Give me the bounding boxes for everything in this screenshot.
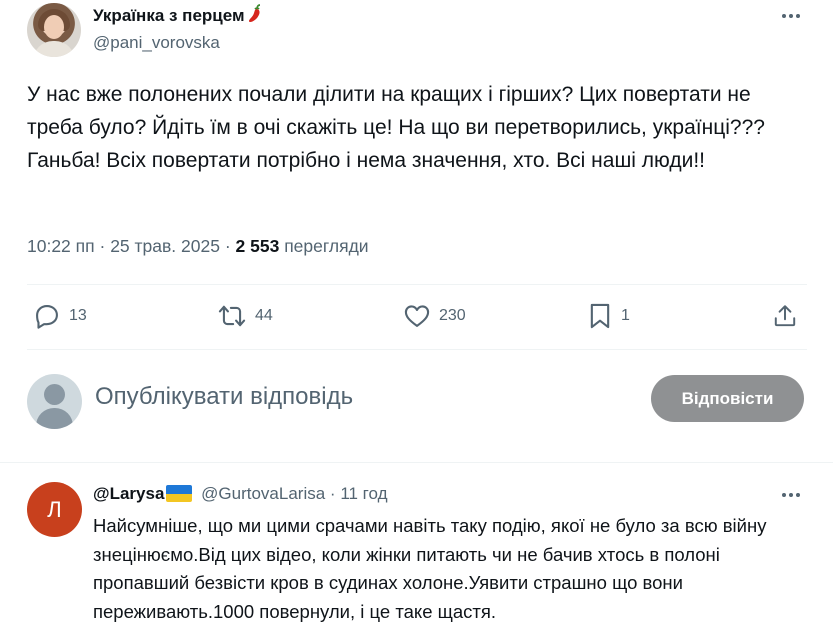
share-icon	[774, 305, 796, 327]
reply-input[interactable]: Опублікувати відповідь	[95, 383, 353, 411]
views-count: 2 553	[235, 236, 280, 256]
comment-more-options-icon[interactable]	[782, 491, 804, 499]
comment-time[interactable]: 11 год	[340, 484, 387, 503]
comment-avatar[interactable]: Л	[27, 482, 82, 537]
tweet-text: У нас вже полонених почали ділити на кра…	[27, 83, 765, 172]
repost-button[interactable]: 44	[217, 296, 273, 336]
tweet-time[interactable]: 10:22 пп	[27, 236, 95, 256]
reply-button[interactable]: 13	[33, 296, 87, 336]
heart-icon	[404, 305, 430, 327]
repost-icon	[218, 305, 246, 327]
more-options-icon[interactable]	[782, 12, 804, 20]
reply-submit-button[interactable]: Відповісти	[651, 375, 804, 422]
author-name-text: Українка з перцем	[93, 6, 245, 25]
tweet-meta: 10:22 пп · 25 трав. 2025 · 2 553 перегля…	[27, 236, 369, 257]
divider	[27, 349, 807, 350]
bookmark-count: 1	[621, 307, 630, 324]
reply-icon	[36, 305, 58, 329]
bookmark-icon	[590, 303, 610, 329]
meta-separator: ·	[224, 236, 231, 256]
author-avatar[interactable]	[27, 3, 81, 57]
divider	[0, 462, 833, 463]
comment-header: @Larysa @GurtovaLarisa · 11 год	[93, 484, 388, 504]
comment-separator: ·	[329, 484, 336, 503]
like-button[interactable]: 230	[403, 296, 466, 336]
like-count: 230	[439, 307, 466, 324]
tweet-actions: 13 44 230 1	[27, 296, 807, 336]
author-handle[interactable]: @pani_vorovska	[93, 33, 220, 53]
ukraine-flag-icon	[166, 485, 193, 502]
comment-handle[interactable]: @GurtovaLarisa	[201, 484, 325, 503]
share-button[interactable]	[772, 296, 798, 336]
comment-text: Найсумніше, що ми цими срачами навіть та…	[93, 515, 767, 622]
bookmark-button[interactable]: 1	[587, 296, 630, 336]
chili-pepper-icon	[248, 4, 260, 23]
repost-count: 44	[255, 307, 273, 324]
views-label: перегляди	[284, 236, 369, 256]
tweet-date[interactable]: 25 трав. 2025	[110, 236, 220, 256]
author-display-name[interactable]: Українка з перцем	[93, 4, 262, 26]
reply-count: 13	[69, 307, 87, 324]
comment-display-name[interactable]: @Larysa	[93, 484, 164, 503]
current-user-avatar	[27, 374, 82, 429]
divider	[27, 284, 807, 285]
meta-separator: ·	[99, 236, 106, 256]
